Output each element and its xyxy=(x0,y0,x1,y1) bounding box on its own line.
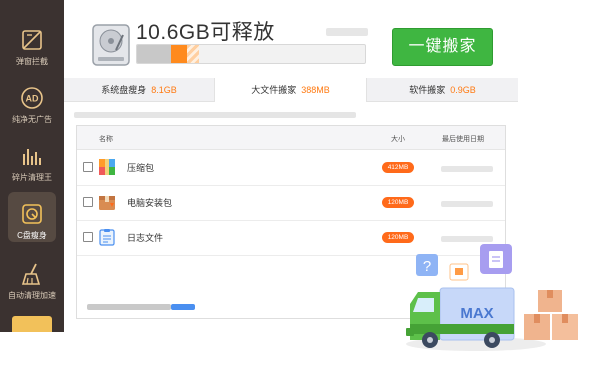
horizontal-scrollbar-track[interactable] xyxy=(87,304,171,310)
sidebar-item-label: 纯净无广告 xyxy=(12,115,52,124)
svg-text:AD: AD xyxy=(26,94,39,104)
tab-divider xyxy=(214,78,215,102)
sidebar-item-label: 自动清理加速 xyxy=(8,291,56,300)
ad-block-icon: AD xyxy=(21,87,43,109)
hard-disk-icon xyxy=(92,24,130,66)
horizontal-scrollbar-thumb[interactable] xyxy=(171,304,195,310)
column-header-last-used[interactable]: 最后使用日期 xyxy=(442,134,484,144)
sidebar-item-ad-block[interactable]: AD 纯净无广告 xyxy=(0,80,64,136)
row-checkbox[interactable] xyxy=(83,232,93,242)
sidebar-item-popup-block[interactable]: 弹窗拦截 xyxy=(0,22,64,78)
sidebar-item-label: 碎片清理王 xyxy=(12,173,52,182)
moving-truck-illustration: ? MAX xyxy=(406,244,578,351)
file-name: 电脑安装包 xyxy=(127,198,173,208)
last-used-placeholder xyxy=(441,166,493,172)
size-badge: 412MB xyxy=(382,162,414,173)
file-name: 日志文件 xyxy=(127,233,164,243)
disk-used-segment xyxy=(137,45,172,63)
log-file-icon xyxy=(99,229,115,246)
tab-value: 388MB xyxy=(301,85,330,95)
installer-package-icon xyxy=(99,196,115,210)
cargo-boxes xyxy=(524,290,578,340)
movable-segment xyxy=(171,45,188,63)
freeable-space-headline: 10.6GB可释放 xyxy=(136,21,275,44)
tab-label: 系统盘瘦身 xyxy=(101,85,147,95)
archive-icon xyxy=(99,159,115,175)
disk-slim-icon xyxy=(22,204,42,224)
size-badge: 120MB xyxy=(382,197,414,208)
sidebar-item-auto-clean[interactable]: 自动清理加速 xyxy=(0,256,64,312)
sidebar-item-disk-slim[interactable]: C盘瘦身 xyxy=(0,192,64,252)
sidebar: 弹窗拦截 AD 纯净无广告 碎片清理王 C盘瘦身 自动清理加速 xyxy=(0,0,64,332)
tab-label: 大文件搬家 xyxy=(251,85,297,95)
tab-large-file-move[interactable]: 大文件搬家 388MB xyxy=(215,78,366,103)
category-tabs: 系统盘瘦身 8.1GB 大文件搬家 388MB 软件搬家 0.9GB xyxy=(64,78,518,103)
row-checkbox[interactable] xyxy=(83,162,93,172)
loading-placeholder xyxy=(74,112,356,118)
tab-label: 软件搬家 xyxy=(409,85,446,95)
popup-block-icon xyxy=(22,30,42,50)
sidebar-item-label: C盘瘦身 xyxy=(17,231,47,240)
table-header: 名称 大小 最后使用日期 xyxy=(77,126,505,150)
table-row[interactable]: 压缩包 412MB xyxy=(77,151,505,186)
fragment-cleaner-icon xyxy=(23,149,41,165)
app-stage: 弹窗拦截 AD 纯净无广告 碎片清理王 C盘瘦身 自动清理加速 10.6GB可释… xyxy=(0,0,600,378)
sidebar-more-tab[interactable] xyxy=(12,316,52,332)
tab-system-slim[interactable]: 系统盘瘦身 8.1GB xyxy=(64,78,214,102)
loading-placeholder xyxy=(326,28,368,36)
file-name: 压缩包 xyxy=(127,163,155,173)
one-click-move-button[interactable]: 一键搬家 xyxy=(392,28,493,66)
freeable-segment xyxy=(187,45,199,63)
last-used-placeholder xyxy=(441,201,493,207)
tab-value: 8.1GB xyxy=(151,85,177,95)
column-header-size[interactable]: 大小 xyxy=(391,134,405,144)
truck-label: MAX xyxy=(460,305,493,322)
column-header-name[interactable]: 名称 xyxy=(99,134,113,144)
table-row[interactable]: 电脑安装包 120MB xyxy=(77,186,505,221)
tab-divider xyxy=(366,78,367,102)
sidebar-item-fragment-cleaner[interactable]: 碎片清理王 xyxy=(0,138,64,194)
row-checkbox[interactable] xyxy=(83,197,93,207)
broom-icon xyxy=(21,263,41,285)
sidebar-item-label: 弹窗拦截 xyxy=(16,57,48,66)
svg-text:?: ? xyxy=(423,258,431,275)
disk-usage-bar xyxy=(136,44,366,64)
tab-value: 0.9GB xyxy=(450,85,476,95)
tab-software-move[interactable]: 软件搬家 0.9GB xyxy=(367,78,518,102)
